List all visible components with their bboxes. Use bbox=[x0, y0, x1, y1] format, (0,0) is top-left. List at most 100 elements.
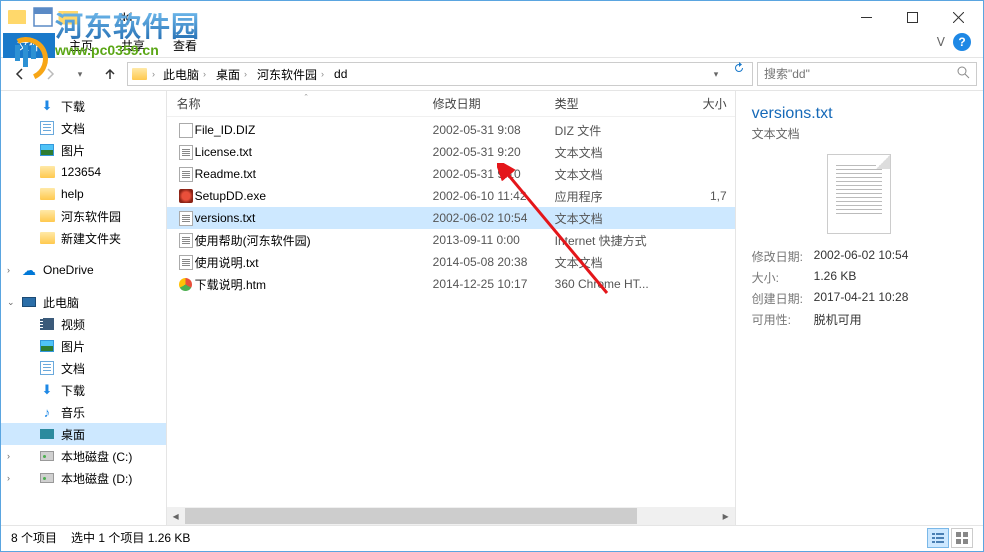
chevron-right-icon[interactable]: › bbox=[152, 69, 155, 79]
qat-new-folder-icon[interactable] bbox=[57, 6, 81, 28]
file-icon bbox=[177, 167, 195, 182]
details-subtitle: 文本文档 bbox=[752, 125, 967, 142]
view-thumbnails-button[interactable] bbox=[951, 528, 973, 548]
file-date: 2013-09-11 0:00 bbox=[433, 233, 555, 247]
sidebar-item-label: 此电脑 bbox=[43, 294, 79, 311]
scroll-right-button[interactable]: ▸ bbox=[717, 509, 735, 523]
file-date: 2002-05-31 9:10 bbox=[433, 167, 555, 181]
search-icon[interactable] bbox=[957, 66, 970, 82]
details-row: 创建日期:2017-04-21 10:28 bbox=[752, 290, 967, 307]
file-row[interactable]: versions.txt2002-06-02 10:54文本文档 bbox=[167, 207, 735, 229]
crumb-this-pc[interactable]: 此电脑› bbox=[157, 63, 210, 85]
sidebar-item[interactable]: 视频 bbox=[1, 313, 166, 335]
sidebar-item[interactable]: ♪音乐 bbox=[1, 401, 166, 423]
sidebar-item[interactable]: ⬇下载 bbox=[1, 379, 166, 401]
details-title: versions.txt bbox=[752, 105, 967, 123]
file-row[interactable]: SetupDD.exe2002-06-10 11:42应用程序1,7 bbox=[167, 185, 735, 207]
sidebar-item[interactable]: 桌面 bbox=[1, 423, 166, 445]
details-value: 2017-04-21 10:28 bbox=[814, 290, 909, 307]
sidebar-item-label: 123654 bbox=[61, 165, 101, 179]
ribbon-collapse-icon[interactable]: ᐯ bbox=[937, 35, 945, 49]
sidebar-item[interactable]: help bbox=[1, 183, 166, 205]
ribbon-tab-view[interactable]: 查看 bbox=[159, 33, 211, 58]
navigation-pane[interactable]: ⬇下载文档图片123654help河东软件园新建文件夹›☁OneDrive⌄此电… bbox=[1, 91, 167, 525]
file-type: 文本文档 bbox=[555, 144, 681, 161]
sidebar-item[interactable]: 123654 bbox=[1, 161, 166, 183]
file-list[interactable]: File_ID.DIZ2002-05-31 9:08DIZ 文件License.… bbox=[167, 117, 735, 507]
nav-back-button[interactable] bbox=[7, 61, 33, 87]
close-button[interactable] bbox=[935, 2, 981, 32]
sidebar-item[interactable]: › 本地磁盘 (D:) bbox=[1, 467, 166, 489]
file-type: 文本文档 bbox=[555, 254, 681, 271]
sidebar-item[interactable]: 新建文件夹 bbox=[1, 227, 166, 249]
window-title: dd bbox=[119, 10, 132, 24]
file-row[interactable]: 下载说明.htm2014-12-25 10:17360 Chrome HT... bbox=[167, 273, 735, 295]
help-icon[interactable]: ? bbox=[953, 33, 971, 51]
view-details-button[interactable] bbox=[927, 528, 949, 548]
qat-dropdown-icon[interactable]: ▾ bbox=[83, 6, 107, 28]
sidebar-item-label: OneDrive bbox=[43, 263, 94, 277]
file-list-pane: ˆ 名称 修改日期 类型 大小 File_ID.DIZ2002-05-31 9:… bbox=[167, 91, 735, 525]
minimize-button[interactable] bbox=[843, 2, 889, 32]
file-icon bbox=[177, 211, 195, 226]
crumb-desktop[interactable]: 桌面› bbox=[210, 63, 251, 85]
sidebar-item-label: 新建文件夹 bbox=[61, 230, 121, 247]
breadcrumb-bar[interactable]: › 此电脑› 桌面› 河东软件园› dd ▾ bbox=[127, 62, 753, 86]
file-name: Readme.txt bbox=[195, 167, 433, 181]
nav-forward-button[interactable] bbox=[37, 61, 63, 87]
crumb-folder1[interactable]: 河东软件园› bbox=[251, 63, 328, 85]
sidebar-item[interactable]: ⌄ 此电脑 bbox=[1, 291, 166, 313]
sidebar-item-label: 视频 bbox=[61, 316, 85, 333]
expand-icon[interactable]: › bbox=[7, 451, 10, 461]
expand-icon[interactable]: › bbox=[7, 473, 10, 483]
sidebar-item[interactable]: 图片 bbox=[1, 335, 166, 357]
maximize-button[interactable] bbox=[889, 2, 935, 32]
titlebar: ▾ dd bbox=[1, 1, 983, 33]
sidebar-item[interactable]: ›本地磁盘 (C:) bbox=[1, 445, 166, 467]
column-date[interactable]: 修改日期 bbox=[433, 95, 555, 112]
column-headers: ˆ 名称 修改日期 类型 大小 bbox=[167, 91, 735, 117]
sidebar-item-label: 河东软件园 bbox=[61, 208, 121, 225]
scroll-thumb[interactable] bbox=[185, 508, 637, 524]
qat-properties-icon[interactable] bbox=[31, 6, 55, 28]
ribbon-file-tab[interactable]: 文件 bbox=[3, 33, 55, 58]
sidebar-item[interactable]: ›☁OneDrive bbox=[1, 259, 166, 281]
sidebar-item-label: 本地磁盘 (D:) bbox=[61, 470, 132, 487]
search-box[interactable] bbox=[757, 62, 977, 86]
sidebar-item[interactable]: 河东软件园 bbox=[1, 205, 166, 227]
folder-app-icon[interactable] bbox=[5, 6, 29, 28]
status-item-count: 8 个项目 bbox=[11, 529, 57, 546]
nav-recent-dropdown[interactable]: ▾ bbox=[67, 61, 93, 87]
file-row[interactable]: 使用帮助(河东软件园)2013-09-11 0:00Internet 快捷方式 bbox=[167, 229, 735, 251]
details-value: 2002-06-02 10:54 bbox=[814, 248, 909, 265]
sidebar-item[interactable]: 文档 bbox=[1, 117, 166, 139]
file-date: 2002-06-10 11:42 bbox=[433, 189, 555, 203]
nav-up-button[interactable] bbox=[97, 61, 123, 87]
refresh-button[interactable] bbox=[726, 61, 752, 87]
file-icon bbox=[177, 278, 195, 291]
file-name: File_ID.DIZ bbox=[195, 123, 433, 137]
file-name: versions.txt bbox=[195, 211, 433, 225]
file-row[interactable]: 使用说明.txt2014-05-08 20:38文本文档 bbox=[167, 251, 735, 273]
ribbon-tab-home[interactable]: 主页 bbox=[55, 33, 107, 58]
search-input[interactable] bbox=[764, 67, 957, 81]
crumb-folder2[interactable]: dd bbox=[328, 63, 349, 85]
column-type[interactable]: 类型 bbox=[555, 95, 681, 112]
file-row[interactable]: Readme.txt2002-05-31 9:10文本文档 bbox=[167, 163, 735, 185]
expand-icon[interactable]: ⌄ bbox=[7, 297, 15, 308]
sidebar-item[interactable]: 文档 bbox=[1, 357, 166, 379]
column-size[interactable]: 大小 bbox=[681, 95, 735, 112]
sidebar-item-label: 音乐 bbox=[61, 404, 85, 421]
file-row[interactable]: File_ID.DIZ2002-05-31 9:08DIZ 文件 bbox=[167, 119, 735, 141]
horizontal-scrollbar[interactable]: ◂ ▸ bbox=[167, 507, 735, 525]
ribbon-tab-share[interactable]: 共享 bbox=[107, 33, 159, 58]
breadcrumb-dropdown-icon[interactable]: ▾ bbox=[706, 61, 726, 87]
sidebar-item[interactable]: 图片 bbox=[1, 139, 166, 161]
breadcrumb-folder-icon bbox=[128, 68, 150, 80]
sidebar-item[interactable]: ⬇下载 bbox=[1, 95, 166, 117]
file-name: 使用帮助(河东软件园) bbox=[195, 232, 433, 249]
scroll-left-button[interactable]: ◂ bbox=[167, 509, 185, 523]
file-icon bbox=[177, 189, 195, 203]
file-row[interactable]: License.txt2002-05-31 9:20文本文档 bbox=[167, 141, 735, 163]
expand-icon[interactable]: › bbox=[7, 265, 10, 275]
